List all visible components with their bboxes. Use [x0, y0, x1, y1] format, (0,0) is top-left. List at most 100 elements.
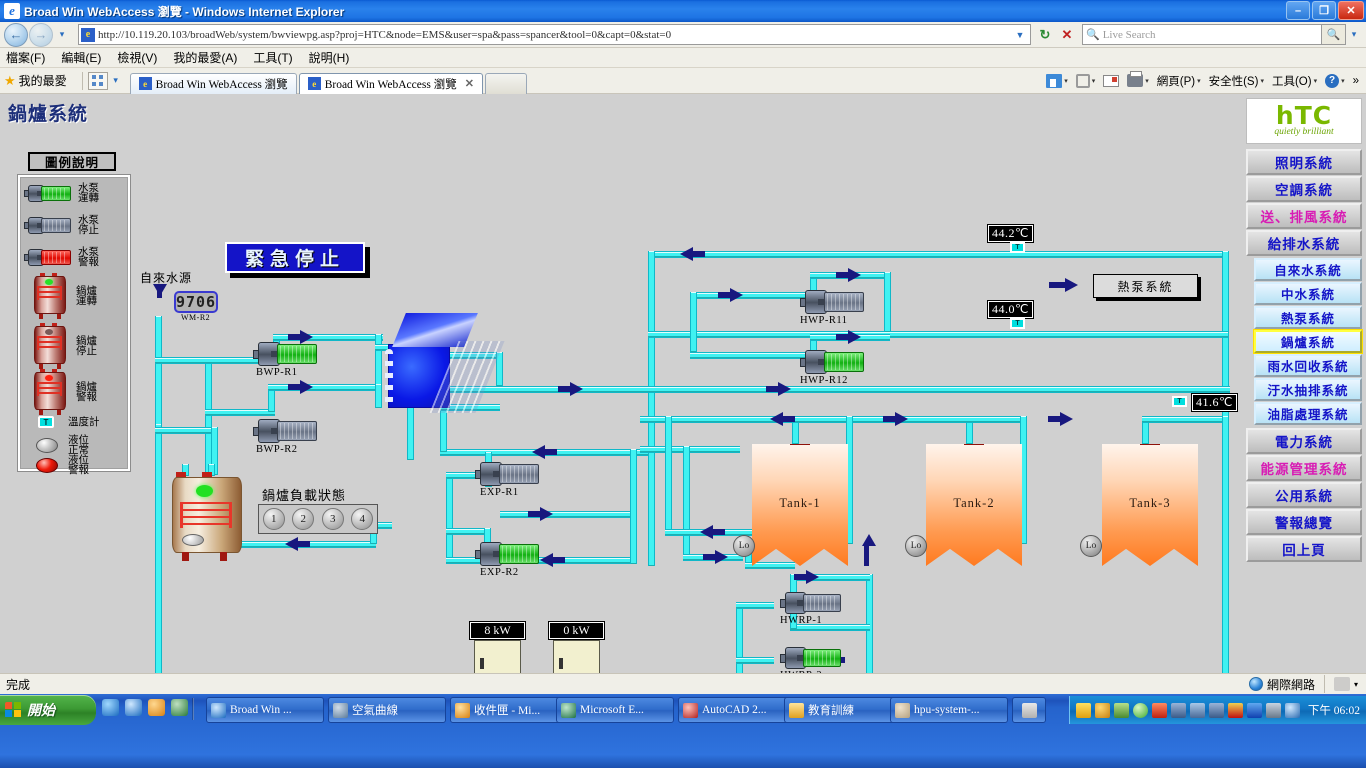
pump-bwp-r1[interactable] — [253, 342, 320, 366]
wireless-tray-icon[interactable] — [1189, 702, 1205, 718]
pump-hwp-r11[interactable] — [800, 290, 867, 314]
taskbar-item-autocad[interactable]: AutoCAD 2... — [678, 697, 796, 723]
taskbar-item-broadwin[interactable]: Broad Win ... — [206, 697, 324, 723]
ie-icon[interactable] — [125, 699, 142, 716]
nav-alarm-overview[interactable]: 警報總覽 — [1246, 509, 1362, 535]
stop-button[interactable]: ✕ — [1056, 24, 1078, 45]
nav-water-supply-system[interactable]: 給排水系統 — [1246, 230, 1362, 256]
mail-tray-icon[interactable] — [1075, 702, 1091, 718]
minimize-button[interactable]: – — [1286, 1, 1310, 20]
media-player-icon[interactable] — [102, 699, 119, 716]
quick-tabs-button[interactable] — [87, 71, 108, 90]
security-zone[interactable]: 網際網路 ▾ — [1248, 675, 1366, 693]
new-tab-button[interactable] — [484, 72, 527, 94]
search-go-button[interactable]: 🔍 — [1322, 24, 1346, 45]
tank-2[interactable]: Tank-2 — [926, 444, 1022, 566]
nav-ventilation-system[interactable]: 送、排風系統 — [1246, 203, 1362, 229]
nav-tapwater-system[interactable]: 自來水系統 — [1254, 258, 1362, 281]
taskbar-item-hpu-system[interactable]: hpu-system-... — [890, 697, 1008, 723]
taskbar-item-excel[interactable]: Microsoft E... — [556, 697, 674, 723]
nav-heatpump-system[interactable]: 熱泵系統 — [1254, 306, 1362, 329]
taskbar-item-inbox[interactable]: 收件匣 - Mi... — [450, 697, 568, 723]
favorites-star-icon[interactable]: ★ — [4, 73, 16, 89]
browser-tab-1[interactable]: e Broad Win WebAccess 瀏覽 — [129, 72, 297, 94]
network2-tray-icon[interactable] — [1208, 702, 1224, 718]
tools-menu-button[interactable]: 工具(O) ▾ — [1269, 73, 1320, 89]
browser-tab-2[interactable]: e Broad Win WebAccess 瀏覽 ✕ — [298, 72, 483, 94]
bluetooth-tray-icon[interactable] — [1246, 702, 1262, 718]
pump-hwp-r12[interactable] — [800, 350, 867, 374]
nav-grease-system[interactable]: 油脂處理系統 — [1254, 402, 1362, 425]
nav-hvac-system[interactable]: 空調系統 — [1246, 176, 1362, 202]
url-dropdown-icon[interactable]: ▼ — [1012, 30, 1028, 40]
nav-back-to-top[interactable]: 回上頁 — [1246, 536, 1362, 562]
back-button[interactable]: ← — [4, 22, 28, 47]
settings-tray-icon[interactable] — [1284, 702, 1300, 718]
print-button[interactable]: ▾ — [1124, 71, 1152, 87]
close-button[interactable]: ✕ — [1338, 1, 1364, 20]
taskbar-clock[interactable]: 下午 06:02 — [1308, 702, 1360, 718]
pump-hwrp-2[interactable] — [780, 647, 843, 669]
load-step-4[interactable]: 4 — [351, 508, 374, 530]
pump-bwp-r2[interactable] — [253, 419, 320, 443]
pump-hwrp-1[interactable] — [780, 592, 843, 614]
shield-tray-icon[interactable] — [1132, 702, 1148, 718]
tank-3[interactable]: Tank-3 — [1102, 444, 1198, 566]
search-input[interactable]: 🔍 Live Search — [1082, 24, 1322, 45]
refresh-button[interactable]: ↻ — [1034, 24, 1056, 45]
home-button[interactable]: ▾ — [1043, 73, 1071, 88]
maximize-button[interactable]: ❐ — [1312, 1, 1336, 20]
nav-power-system[interactable]: 電力系統 — [1246, 428, 1362, 454]
outlook-icon[interactable] — [148, 699, 165, 716]
link-heatpump-system[interactable]: 熱泵系統 — [1093, 274, 1198, 298]
favorites-label[interactable]: 我的最愛 — [19, 72, 67, 89]
feeds-button[interactable]: ▾ — [1073, 73, 1099, 88]
nav-energy-management[interactable]: 能源管理系統 — [1246, 455, 1362, 481]
flow-arrow-stem — [718, 292, 732, 298]
history-dropdown-icon[interactable]: ▾ — [54, 29, 70, 40]
emergency-stop-button[interactable]: 緊急停止 — [225, 242, 365, 273]
menu-help[interactable]: 說明(H) — [309, 49, 350, 66]
network-disconnected-tray-icon[interactable] — [1170, 702, 1186, 718]
kaspersky-tray-icon[interactable] — [1151, 702, 1167, 718]
zoom-dropdown-icon[interactable]: ▾ — [1354, 680, 1358, 689]
app-icon[interactable] — [171, 699, 188, 716]
nav-rainwater-system[interactable]: 雨水回收系統 — [1254, 354, 1362, 377]
security-menu-button[interactable]: 安全性(S) ▾ — [1206, 73, 1267, 89]
flow-arrow-stem — [528, 511, 542, 517]
load-step-3[interactable]: 3 — [321, 508, 344, 530]
load-step-2[interactable]: 2 — [292, 508, 315, 530]
boiler-unit[interactable] — [172, 472, 244, 564]
nav-sewage-system[interactable]: 汙水抽排系統 — [1254, 378, 1362, 401]
forward-button[interactable]: → — [29, 22, 53, 47]
nav-boiler-system[interactable]: 鍋爐系統 — [1254, 330, 1362, 353]
taskbar-item-air-curve[interactable]: 空氣曲線 — [328, 697, 446, 723]
tab-close-icon[interactable]: ✕ — [465, 77, 474, 90]
tab-list-dropdown-icon[interactable]: ▾ — [108, 75, 124, 86]
vnc-tray-icon[interactable] — [1227, 702, 1243, 718]
menu-view[interactable]: 檢視(V) — [117, 49, 157, 66]
url-input[interactable]: e http://10.119.20.103/broadWeb/system/b… — [78, 24, 1031, 45]
nav-utility-system[interactable]: 公用系統 — [1246, 482, 1362, 508]
language-bar[interactable] — [1012, 697, 1046, 723]
start-button[interactable]: 開始 — [0, 695, 96, 725]
menu-tools[interactable]: 工具(T) — [253, 49, 292, 66]
nav-lighting-system[interactable]: 照明系統 — [1246, 149, 1362, 175]
load-step-1[interactable]: 1 — [262, 508, 285, 530]
display-tray-icon[interactable] — [1265, 702, 1281, 718]
overflow-button[interactable]: » — [1350, 75, 1362, 87]
help-menu-button[interactable]: ? ▾ — [1322, 73, 1348, 88]
menu-edit[interactable]: 編輯(E) — [61, 49, 101, 66]
clock-tray-icon[interactable] — [1094, 702, 1110, 718]
mail-button[interactable] — [1100, 74, 1122, 87]
page-menu-button[interactable]: 網頁(P) ▾ — [1154, 73, 1204, 89]
nav-reclaimed-water-system[interactable]: 中水系統 — [1254, 282, 1362, 305]
taskbar-item-training-folder[interactable]: 教育訓練 — [784, 697, 902, 723]
search-provider-dropdown-icon[interactable]: ▾ — [1346, 29, 1362, 40]
calendar-tray-icon[interactable] — [1113, 702, 1129, 718]
menu-file[interactable]: 檔案(F) — [6, 49, 45, 66]
pump-exp-r1[interactable] — [475, 462, 542, 486]
menu-favorites[interactable]: 我的最愛(A) — [173, 49, 237, 66]
tank-1[interactable]: Tank-1 — [752, 444, 848, 566]
pump-exp-r2[interactable] — [475, 542, 542, 566]
